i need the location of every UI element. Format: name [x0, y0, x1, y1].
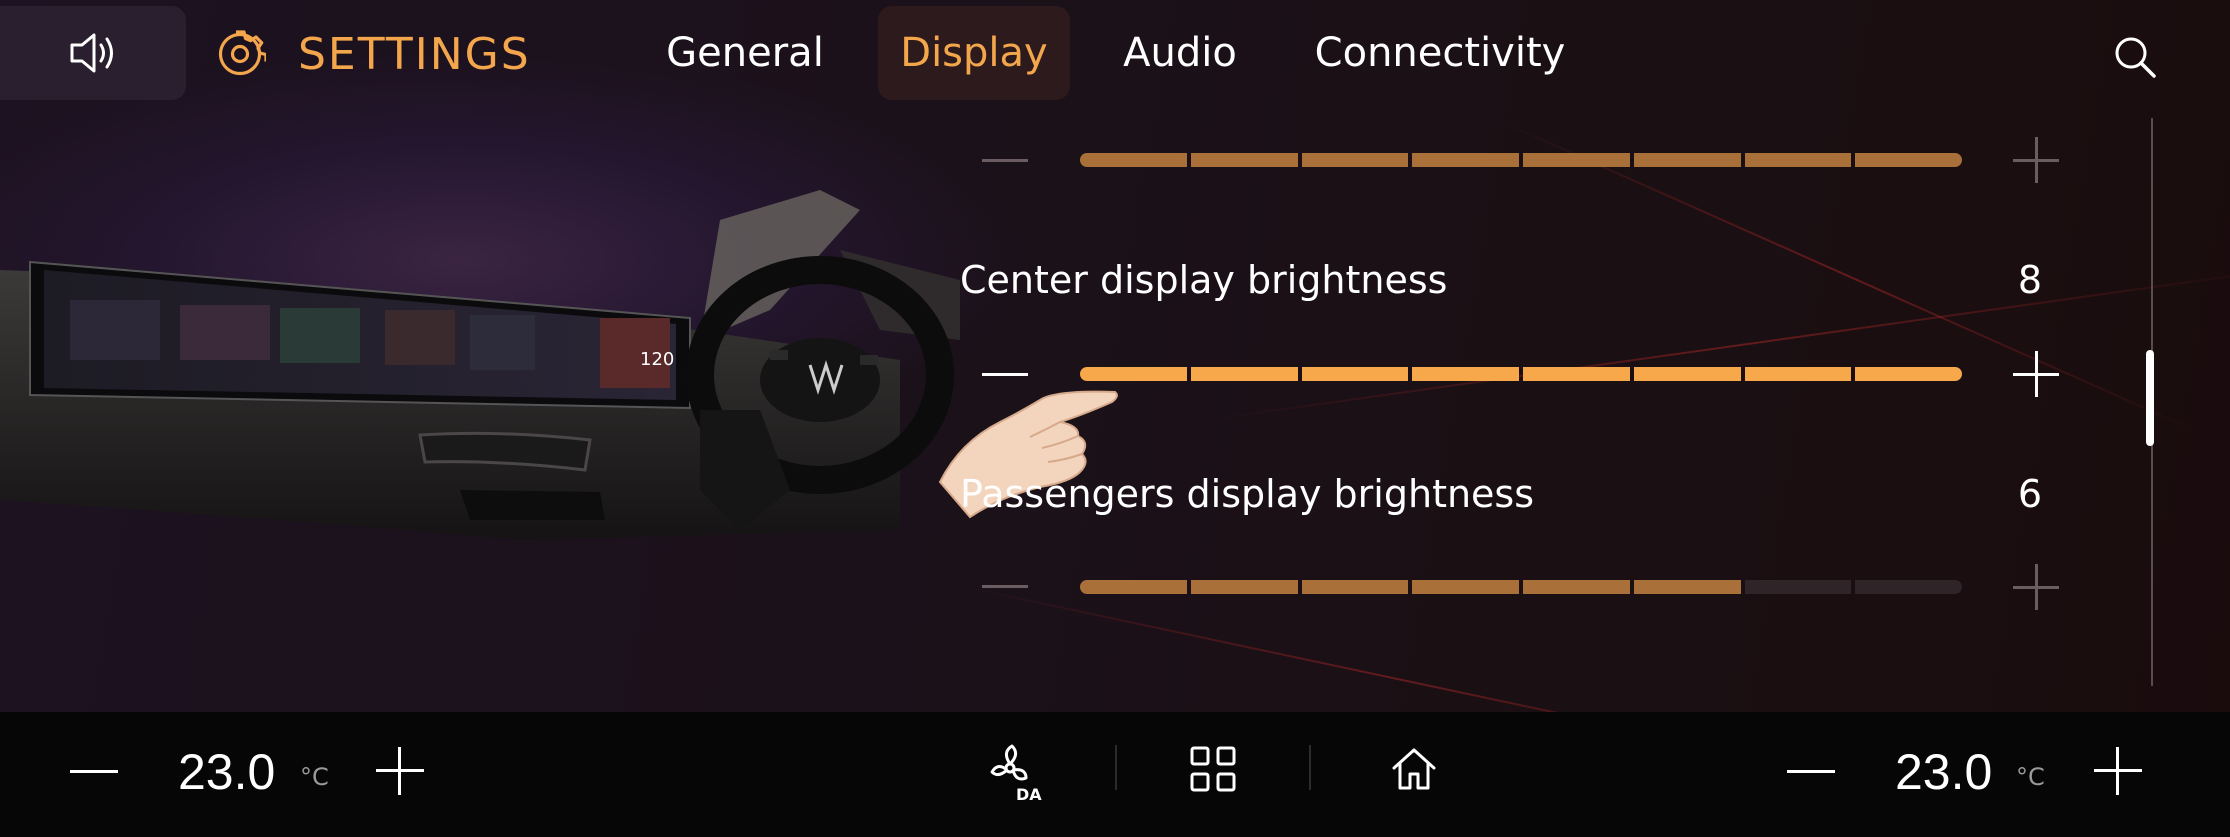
page-title: SETTINGS	[298, 29, 531, 80]
slider-segment[interactable]	[1633, 580, 1741, 594]
slider-bar[interactable]	[1080, 580, 1962, 594]
left-temperature: 23.0	[178, 744, 276, 800]
setting-value: 6	[2017, 472, 2043, 516]
climate-bar: 23.0 °C DA 23.0 °C	[0, 712, 2230, 837]
svg-text:120: 120	[640, 349, 674, 370]
slider-segment[interactable]	[1301, 367, 1409, 381]
slider-segment[interactable]	[1412, 367, 1519, 381]
temperature-unit: °C	[300, 763, 329, 791]
slider-segment[interactable]	[1855, 580, 1962, 594]
slider-segment[interactable]	[1523, 580, 1630, 594]
apps-grid-icon[interactable]	[1190, 746, 1236, 792]
setting-value: 8	[2017, 258, 2043, 302]
slider-segment[interactable]	[1744, 153, 1852, 167]
slider-segment[interactable]	[1523, 153, 1630, 167]
increase-button[interactable]	[2013, 351, 2061, 399]
gear-icon	[218, 30, 266, 76]
top-bar: SETTINGS General Display Audio Connectiv…	[0, 0, 2230, 110]
increase-button[interactable]	[2013, 564, 2061, 612]
setting-title: Passengers display brightness	[960, 472, 1535, 516]
slider-segment[interactable]	[1301, 153, 1409, 167]
scrollbar-thumb[interactable]	[2146, 350, 2154, 446]
fan-auto-icon[interactable]: DA	[986, 742, 1042, 802]
home-icon[interactable]	[1390, 746, 1438, 792]
speaker-icon	[70, 33, 113, 73]
slider-segment[interactable]	[1190, 367, 1298, 381]
left-temp-increase-button[interactable]	[376, 747, 424, 795]
slider-bar[interactable]	[1080, 153, 1962, 167]
tab-label: Audio	[1123, 30, 1237, 76]
slider-segment[interactable]	[1190, 580, 1298, 594]
slider-segment[interactable]	[1855, 153, 1962, 167]
tab-label: Display	[900, 30, 1048, 76]
right-temperature: 23.0	[1895, 744, 1993, 800]
right-temp-increase-button[interactable]	[2094, 747, 2142, 795]
slider-segment[interactable]	[1744, 580, 1852, 594]
tab-general[interactable]: General	[660, 6, 830, 100]
tab-label: General	[666, 30, 824, 76]
tab-label: Connectivity	[1314, 30, 1566, 76]
slider-segment[interactable]	[1301, 580, 1409, 594]
tab-connectivity[interactable]: Connectivity	[1300, 6, 1580, 100]
slider-segment[interactable]	[1633, 367, 1741, 381]
temperature-unit: °C	[2016, 763, 2045, 791]
slider-segment[interactable]	[1190, 153, 1298, 167]
increase-button[interactable]	[2013, 137, 2061, 185]
slider-segment[interactable]	[1080, 580, 1187, 594]
divider	[1309, 745, 1311, 790]
slider-segment[interactable]	[1080, 367, 1187, 381]
slider-segment[interactable]	[1633, 153, 1741, 167]
settings-screen: { "header": { "title": "SETTINGS", "tabs…	[0, 0, 2230, 837]
setting-title: Center display brightness	[960, 258, 1448, 302]
divider	[1115, 745, 1117, 790]
slider-segment[interactable]	[1080, 153, 1187, 167]
decrease-button[interactable]	[982, 142, 1030, 178]
slider-segment[interactable]	[1412, 580, 1519, 594]
slider-segment[interactable]	[1523, 367, 1630, 381]
right-temp-decrease-button[interactable]	[1787, 770, 1835, 773]
decrease-button[interactable]	[982, 568, 1030, 604]
svg-text:DA: DA	[1016, 785, 1042, 802]
sound-button[interactable]	[0, 6, 186, 100]
slider-segment[interactable]	[1855, 367, 1962, 381]
tab-audio[interactable]: Audio	[1110, 6, 1250, 100]
slider-segment[interactable]	[1744, 367, 1852, 381]
left-temp-decrease-button[interactable]	[70, 770, 118, 773]
slider-bar[interactable]	[1080, 367, 1962, 381]
slider-segment[interactable]	[1412, 153, 1519, 167]
search-icon[interactable]	[2112, 34, 2158, 80]
decrease-button[interactable]	[982, 356, 1030, 392]
car-dashboard-image: 120	[0, 190, 960, 540]
tab-display[interactable]: Display	[878, 6, 1070, 100]
